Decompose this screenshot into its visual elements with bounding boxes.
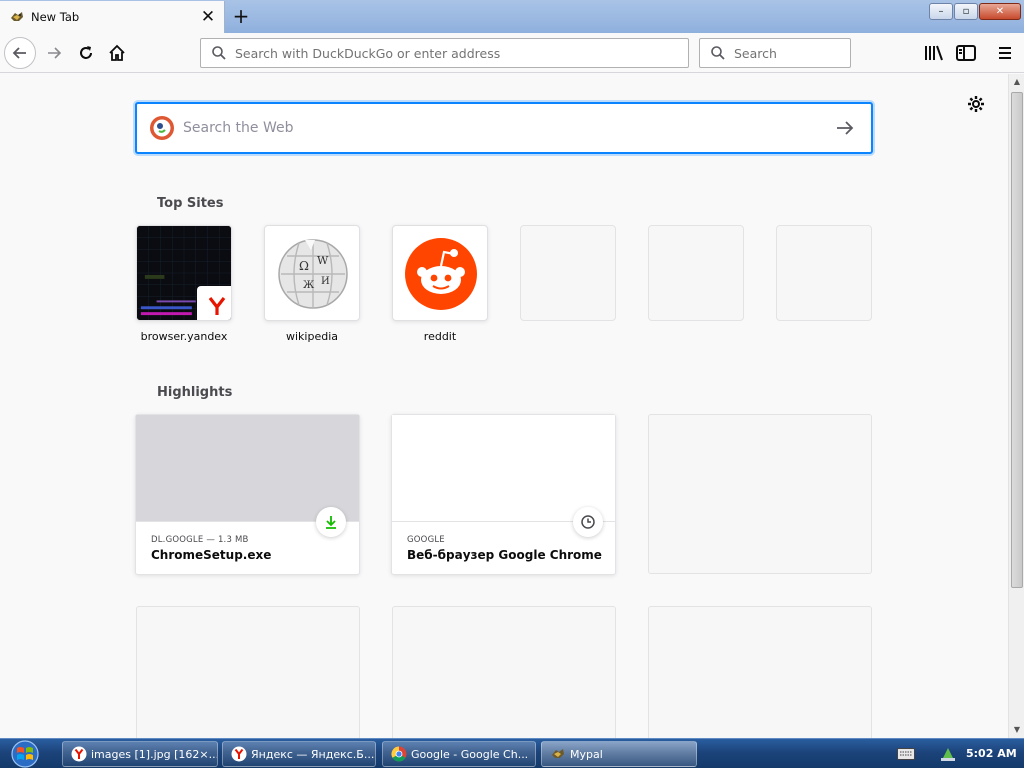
arrow-right-icon	[48, 47, 62, 59]
yandex-badge	[197, 286, 231, 320]
web-search-input[interactable]	[183, 120, 833, 136]
address-input[interactable]	[235, 45, 688, 61]
tab-strip: New Tab ✕ + – ▫ ✕	[0, 0, 1024, 33]
highlight-source: GOOGLE	[407, 535, 445, 545]
keyboard-icon[interactable]	[897, 748, 915, 760]
home-button[interactable]	[101, 37, 133, 69]
search-icon	[212, 46, 226, 60]
taskbar-item[interactable]: Яндекс — Яндекс.Б...	[222, 741, 376, 767]
reddit-icon	[405, 238, 477, 310]
network-icon[interactable]	[939, 745, 957, 763]
yandex-browser-icon	[71, 746, 87, 762]
search-icon	[711, 46, 725, 60]
scroll-down-arrow-icon[interactable]: ▼	[1009, 722, 1024, 738]
restore-icon: ▫	[962, 6, 970, 17]
taskbar-item[interactable]: images [1].jpg [162×...	[62, 741, 218, 767]
scroll-thumb[interactable]	[1011, 92, 1023, 588]
yandex-browser-icon	[208, 297, 226, 315]
svg-text:Ω: Ω	[299, 259, 309, 273]
library-icon[interactable]	[922, 43, 946, 63]
highlight-type-badge	[316, 507, 346, 537]
yandex-browser-icon	[231, 746, 247, 762]
tab-close-icon[interactable]: ✕	[198, 7, 218, 27]
arrow-right-icon[interactable]	[833, 116, 857, 140]
top-site-placeholder	[520, 225, 616, 321]
highlight-card[interactable]: DL.GOOGLE — 1.3 MB ChromeSetup.exe	[135, 414, 360, 575]
highlight-title: Веб-браузер Google Chrome	[407, 548, 602, 562]
taskbar-item-label: Mypal	[570, 747, 603, 761]
taskbar-item-label: Google - Google Ch...	[411, 747, 529, 761]
hamburger-menu-icon[interactable]	[994, 43, 1016, 63]
scroll-up-arrow-icon[interactable]: ▲	[1009, 74, 1024, 90]
back-button[interactable]	[4, 37, 36, 69]
search-bar[interactable]	[699, 38, 851, 68]
wikipedia-globe-icon: Ω W И Ж	[278, 239, 348, 309]
forward-button[interactable]	[38, 37, 70, 69]
arrow-left-icon	[12, 47, 26, 59]
highlight-preview	[136, 415, 359, 522]
tab-new-tab[interactable]: New Tab ✕	[0, 1, 225, 33]
top-site-label: reddit	[423, 330, 457, 343]
search-input[interactable]	[734, 45, 850, 61]
highlights-heading: Highlights	[157, 385, 233, 400]
taskbar-clock[interactable]: 5:02 AM	[966, 747, 1017, 760]
new-tab-page: Top Sites browser.yandex Ω W И Ж wikiped…	[0, 74, 1008, 738]
highlight-source: DL.GOOGLE — 1.3 MB	[151, 535, 249, 545]
navigation-toolbar	[0, 33, 1024, 73]
taskbar-item-label: Яндекс — Яндекс.Б...	[251, 747, 375, 761]
reload-button[interactable]	[70, 37, 102, 69]
top-site-reddit[interactable]	[392, 225, 488, 321]
close-window-button[interactable]: ✕	[979, 3, 1021, 20]
clock-icon	[581, 515, 595, 529]
highlight-preview	[392, 415, 615, 522]
minimize-button[interactable]: –	[929, 3, 953, 20]
minimize-icon: –	[938, 6, 944, 17]
address-bar[interactable]	[200, 38, 689, 68]
taskbar-item[interactable]: Google - Google Ch...	[382, 741, 536, 767]
svg-text:И: И	[321, 276, 330, 287]
tab-title: New Tab	[31, 10, 80, 24]
top-site-placeholder	[776, 225, 872, 321]
duckduckgo-icon	[150, 116, 174, 140]
highlight-title: ChromeSetup.exe	[151, 548, 272, 562]
highlight-type-badge	[573, 507, 603, 537]
sidebar-icon[interactable]	[955, 43, 977, 63]
highlight-card[interactable]: GOOGLE Веб-браузер Google Chrome	[391, 414, 616, 575]
web-search-box[interactable]	[135, 102, 873, 154]
top-site-label: browser.yandex	[140, 330, 228, 343]
maximize-button[interactable]: ▫	[954, 3, 978, 20]
top-site-wikipedia[interactable]: Ω W И Ж	[264, 225, 360, 321]
top-site-placeholder	[648, 225, 744, 321]
reload-icon	[80, 46, 92, 59]
mypal-icon	[11, 12, 23, 21]
svg-text:W: W	[317, 254, 329, 267]
windows-taskbar: images [1].jpg [162×... Яндекс — Яндекс.…	[0, 738, 1024, 768]
svg-text:Ж: Ж	[303, 280, 315, 291]
close-icon: ✕	[995, 6, 1005, 17]
home-icon	[109, 44, 125, 61]
highlight-placeholder	[392, 606, 616, 738]
highlight-placeholder	[136, 606, 360, 738]
mypal-icon	[552, 749, 564, 758]
highlight-placeholder	[648, 606, 872, 738]
chrome-icon	[391, 746, 407, 762]
download-icon	[326, 516, 336, 529]
taskbar-item-active[interactable]: Mypal	[541, 741, 697, 767]
new-tab-button[interactable]: +	[230, 5, 252, 27]
start-button-icon[interactable]	[6, 740, 44, 768]
gear-icon[interactable]	[966, 94, 986, 114]
taskbar-item-label: images [1].jpg [162×...	[91, 747, 218, 761]
top-site-yandex[interactable]	[136, 225, 232, 321]
top-site-label: wikipedia	[285, 330, 338, 343]
top-sites-heading: Top Sites	[157, 196, 224, 211]
vertical-scrollbar[interactable]: ▲ ▼	[1008, 74, 1024, 738]
highlight-placeholder	[648, 414, 872, 574]
